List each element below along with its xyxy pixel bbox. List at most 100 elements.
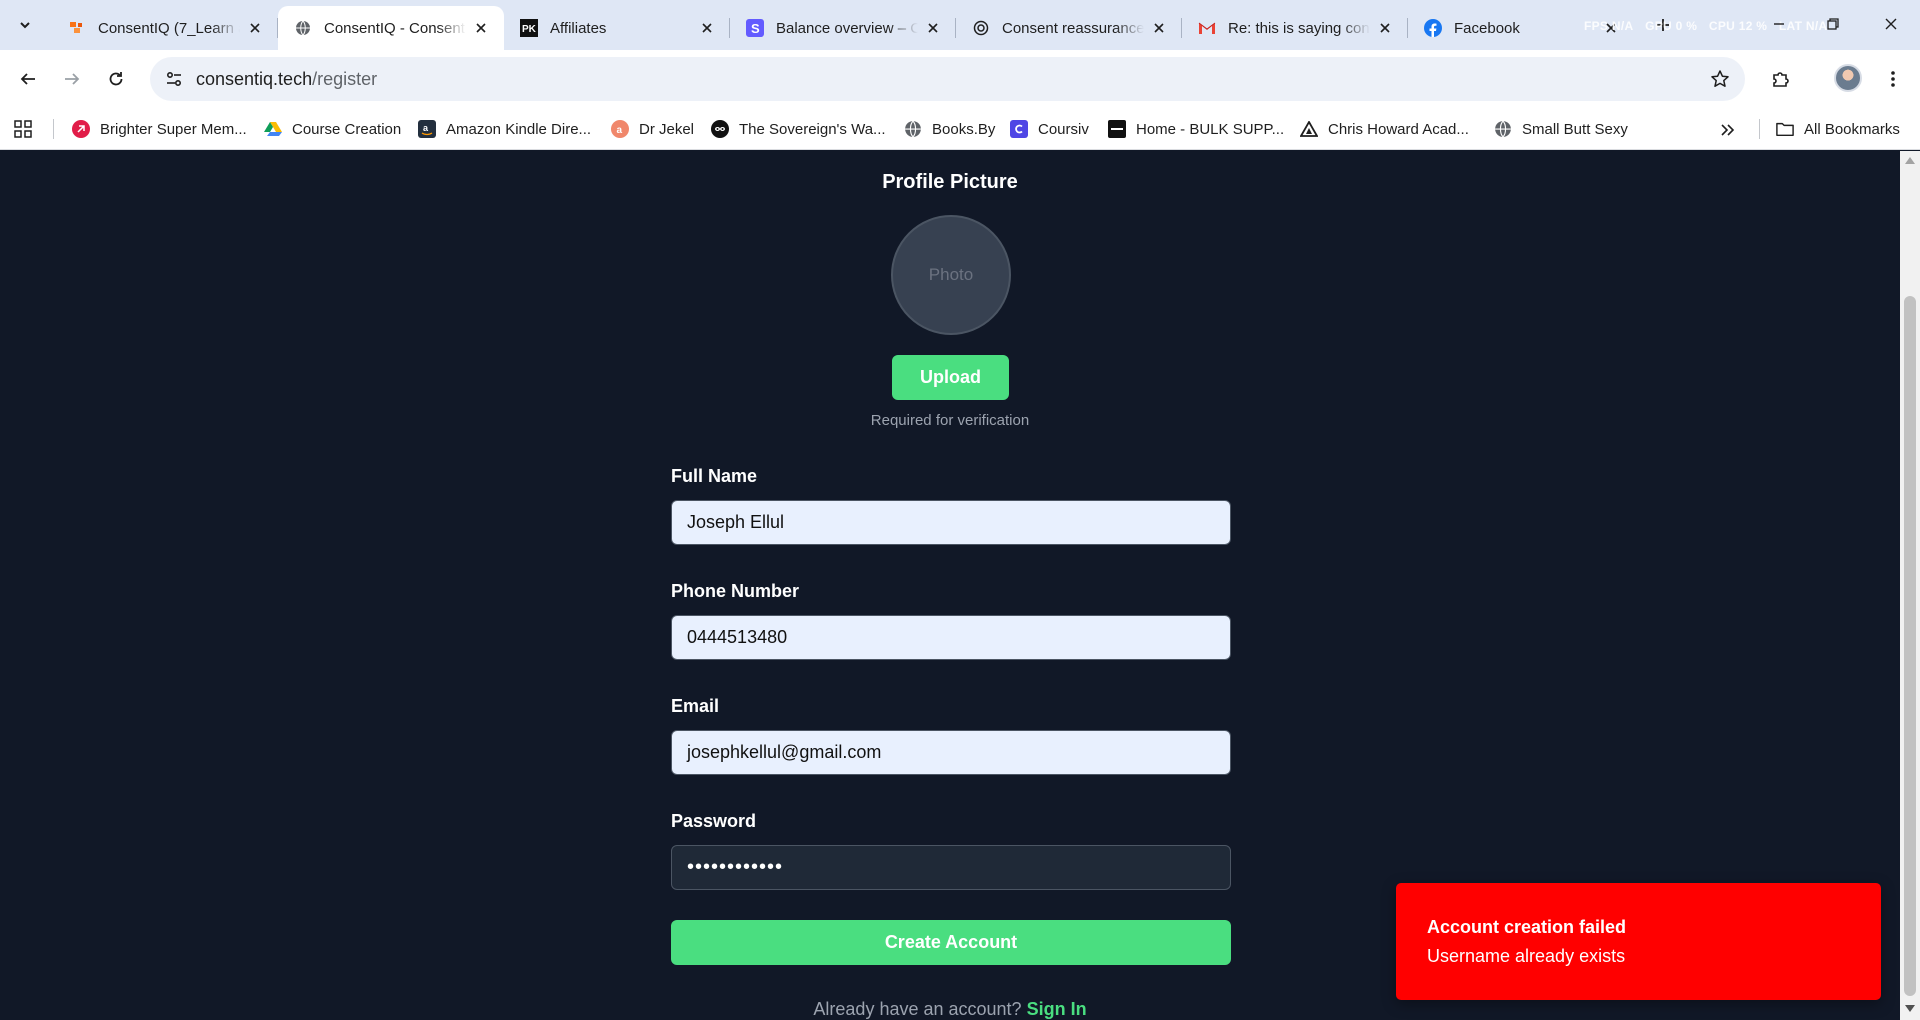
performance-overlay: FPS N/A GPU 0 % CPU 12 % LAT N/A	[1584, 19, 1835, 33]
fps-readout: FPS N/A	[1584, 19, 1634, 33]
tab-title: Re: this is saying con	[1228, 19, 1370, 37]
password-input[interactable]: ••••••••••••	[671, 845, 1231, 890]
url-text: consentiq.tech/register	[196, 69, 377, 90]
forward-button[interactable]	[58, 65, 86, 93]
tab-affiliates[interactable]: PK Affiliates	[504, 6, 730, 50]
more-bookmarks-button[interactable]	[1716, 120, 1738, 140]
browser-toolbar: consentiq.tech/register	[0, 50, 1920, 108]
extensions-button[interactable]	[1767, 65, 1795, 93]
phone-input[interactable]: 0444513480	[671, 615, 1231, 660]
bookmark-label: Small Butt Sexy	[1522, 120, 1628, 138]
close-window-button[interactable]	[1876, 10, 1906, 38]
tab-title: Consent reassurance	[1002, 19, 1144, 37]
bookmark-brighter[interactable]: Brighter Super Mem...	[72, 116, 247, 142]
bookmark-chris-howard[interactable]: Chris Howard Acad...	[1300, 116, 1469, 142]
bookmark-books-by[interactable]: Books.By	[904, 116, 995, 142]
full-name-value: Joseph Ellul	[687, 512, 785, 532]
upload-button[interactable]: Upload	[892, 355, 1009, 400]
double-chevron-right-icon	[1721, 124, 1735, 136]
bookmarks-divider	[1759, 119, 1760, 139]
create-account-button[interactable]: Create Account	[671, 920, 1231, 965]
close-icon[interactable]	[698, 19, 716, 37]
tab-gmail[interactable]: Re: this is saying con	[1182, 6, 1408, 50]
bookmark-dr-jekel[interactable]: a Dr Jekel	[611, 116, 694, 142]
tab-consent-reassurance[interactable]: Consent reassurance	[956, 6, 1182, 50]
reload-button[interactable]	[102, 65, 130, 93]
url-domain: consentiq.tech	[196, 69, 313, 89]
bookmark-label: Home - BULK SUPP...	[1136, 120, 1285, 138]
more-vertical-icon	[1891, 71, 1895, 87]
sign-in-link[interactable]: Sign In	[1027, 999, 1087, 1019]
tab-title: ConsentIQ - Consent	[324, 19, 465, 37]
triangle-icon	[1300, 120, 1318, 138]
tab-title: ConsentIQ (7_Learn a	[98, 19, 240, 37]
bookmarks-divider	[53, 119, 54, 139]
all-bookmarks-label: All Bookmarks	[1804, 120, 1900, 138]
tab-search-button[interactable]	[8, 10, 42, 40]
browser-menu-button[interactable]	[1879, 65, 1907, 93]
chevron-down-icon	[20, 22, 30, 29]
scroll-up-arrow[interactable]	[1905, 157, 1915, 164]
restore-button[interactable]	[1818, 10, 1848, 38]
bookmark-sovereign[interactable]: The Sovereign's Wa...	[711, 116, 886, 142]
close-icon[interactable]	[472, 19, 490, 37]
toast-title: Account creation failed	[1427, 917, 1627, 937]
profile-photo-placeholder[interactable]: Photo	[891, 215, 1011, 335]
apps-grid-icon	[14, 120, 32, 138]
tab-consentiq-register[interactable]: ConsentIQ - Consent	[278, 6, 504, 50]
apps-button[interactable]	[12, 118, 34, 140]
tab-consentiq-learn[interactable]: ConsentIQ (7_Learn a	[52, 6, 278, 50]
bookmark-bulk-supplements[interactable]: Home - BULK SUPP...	[1108, 116, 1284, 142]
stripe-s-icon: S	[746, 19, 764, 37]
close-icon[interactable]	[1150, 19, 1168, 37]
email-input[interactable]: josephkellul@gmail.com	[671, 730, 1231, 775]
gpu-readout: GPU 0 %	[1645, 19, 1698, 33]
url-path: /register	[312, 69, 378, 89]
full-name-label: Full Name	[671, 466, 758, 486]
bookmark-label: Amazon Kindle Dire...	[446, 120, 592, 138]
email-value: josephkellul@gmail.com	[687, 742, 882, 762]
folder-icon	[1776, 120, 1794, 138]
openai-icon	[972, 19, 990, 37]
facebook-icon	[1424, 19, 1442, 37]
site-info-button[interactable]	[160, 65, 188, 93]
minimize-button[interactable]	[1764, 10, 1794, 38]
close-icon[interactable]	[1376, 19, 1394, 37]
close-icon[interactable]	[246, 19, 264, 37]
cpu-readout: CPU 12 %	[1708, 19, 1768, 33]
scroll-thumb[interactable]	[1904, 296, 1916, 996]
consentiq-orange-icon	[68, 19, 86, 37]
bookmark-small-butt[interactable]: Small Butt Sexy	[1494, 116, 1628, 142]
page-scrollbar[interactable]	[1900, 151, 1920, 1020]
address-bar[interactable]: consentiq.tech/register	[150, 57, 1745, 101]
full-name-input[interactable]: Joseph Ellul	[671, 500, 1231, 545]
globe-icon	[904, 120, 922, 138]
puzzle-icon	[1773, 72, 1789, 87]
bookmark-star-button[interactable]	[1707, 66, 1733, 92]
sovereign-icon	[711, 120, 729, 138]
avatar[interactable]	[1834, 64, 1862, 92]
all-bookmarks-button[interactable]: All Bookmarks	[1776, 116, 1900, 142]
toast-message: Username already exists	[1427, 946, 1626, 966]
star-icon	[1711, 70, 1729, 87]
profile-picture-title: Profile Picture	[882, 171, 1018, 193]
bookmark-label: Brighter Super Mem...	[100, 120, 247, 138]
bookmark-course-creation[interactable]: Course Creation	[264, 116, 401, 142]
tab-balance-overview[interactable]: S Balance overview – C	[730, 6, 956, 50]
error-toast: Account creation failed Username already…	[1396, 883, 1881, 1000]
close-icon[interactable]	[924, 19, 942, 37]
svg-text:S: S	[751, 21, 760, 36]
back-button[interactable]	[14, 65, 42, 93]
tab-title: Affiliates	[550, 19, 607, 37]
gmail-icon	[1198, 19, 1216, 37]
tab-title: Balance overview – C	[776, 19, 918, 37]
signin-prompt-row: Already have an account? Sign In	[0, 999, 1900, 1020]
bookmark-amazon-kindle[interactable]: a Amazon Kindle Dire...	[418, 116, 591, 142]
minimize-icon	[1774, 23, 1784, 25]
email-label: Email	[671, 696, 720, 716]
bookmark-coursiv[interactable]: Coursiv	[1010, 116, 1089, 142]
scroll-down-arrow[interactable]	[1905, 1005, 1915, 1012]
bookmark-label: Coursiv	[1038, 120, 1089, 138]
google-drive-icon	[264, 120, 282, 138]
verification-note: Required for verification	[870, 412, 1030, 429]
